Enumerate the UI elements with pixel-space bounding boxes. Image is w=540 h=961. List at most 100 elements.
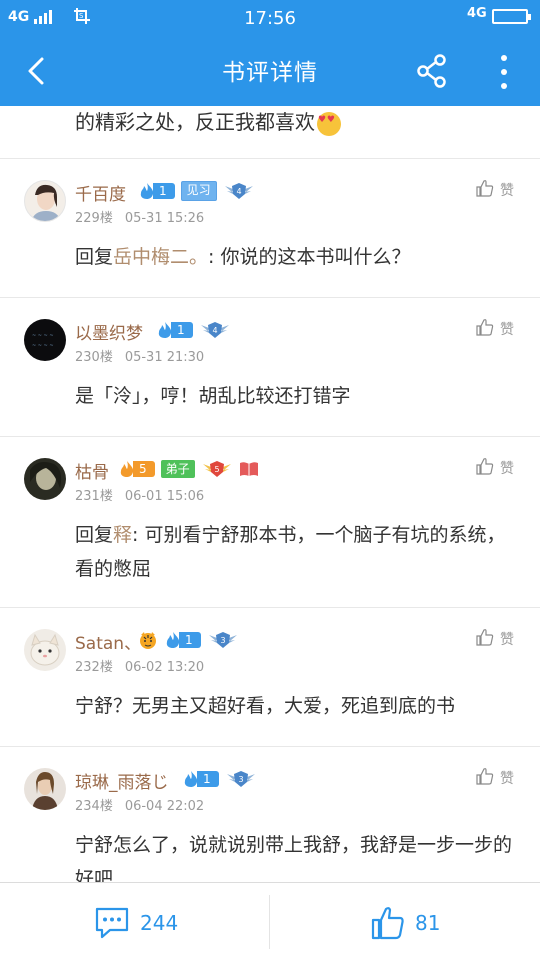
username[interactable]: 千百度 [75,180,126,205]
comment-bubble-icon [95,907,129,939]
reply-prefix: 回复 [75,246,114,268]
thumbs-up-icon [476,180,494,197]
comment-time: 05-31 15:26 [124,211,205,226]
reply-prefix: 回复 [75,524,114,546]
username[interactable]: 枯骨 [75,458,109,483]
fan-level-number: 5 [133,461,155,477]
wing-level-number: 3 [238,775,243,784]
divider [269,895,270,949]
user-badges: 1 见习 4 [138,180,255,202]
username[interactable]: 琼琳_雨落じ [75,768,169,793]
comment-meta: 234楼 06-04 22:02 [75,795,204,814]
fan-level-number: 1 [179,632,201,648]
wing-medal-icon: 4 [200,322,229,338]
comment-item: Satan、 1 3 232楼 06-02 13:20 赞 宁舒？无男主又超好看，… [0,607,540,746]
wing-medal-icon: 5 [202,461,231,477]
user-badges: 1 3 [182,768,257,790]
heart-eyes-emoji-icon [317,111,341,136]
wing-level-number: 4 [236,187,241,196]
floor-number: 229楼 [75,211,113,226]
user-badges: 5 弟子 5 [118,458,259,480]
floor-number: 232楼 [75,660,113,675]
wing-medal-icon: 3 [208,632,237,648]
network-type-right: 4G [467,6,487,21]
comment-text: 宁舒怎么了，说就说别带上我舒，我舒是一步一步的好吧 [75,828,520,882]
svg-text:~ ~ ~ ~: ~ ~ ~ ~ [32,343,54,349]
user-badges: 1 4 [156,319,231,341]
book-badge-icon [239,462,258,476]
comment-body: 宁舒怎么了，说就说别带上我舒，我舒是一步一步的好吧 [75,834,513,882]
like-button[interactable]: 赞 [476,178,520,200]
comment-text: 是「泠」，哼！胡乱比较还打错字 [75,379,520,413]
like-label: 赞 [500,322,514,338]
fan-level-badge: 1 [138,182,175,200]
share-icon[interactable] [416,54,448,88]
comment-meta: 230楼 05-31 21:30 [75,346,204,365]
wing-medal-icon: 3 [226,771,255,787]
comment-list[interactable]: 的精彩之处，反正我都喜欢 千百度 1 见习 4 229楼 05-31 15:26 … [0,106,540,882]
like-button[interactable]: 赞 [476,766,520,788]
rank-tag: 弟子 [160,460,195,478]
comment-item: ~ ~ ~ ~ ~ ~ ~ ~ 以墨织梦 1 4 230楼 05-31 21:30 … [0,297,540,436]
avatar[interactable] [24,180,66,222]
wing-medal-icon: 4 [224,183,253,199]
comment-text: 回复释: 可别看宁舒那本书，一个脑子有坑的系统，看的憋屈 [75,518,520,586]
fan-level-number: 1 [197,771,219,787]
fan-level-badge: 1 [182,770,219,788]
status-bar: 4G S 17:56 4G [0,0,540,36]
avatar[interactable] [24,768,66,810]
rank-tag: 见习 [180,181,217,201]
reply-target[interactable]: 释 [113,524,132,546]
username[interactable]: 以墨织梦 [75,319,143,344]
thumbs-up-icon [476,458,494,475]
comment-item: 千百度 1 见习 4 229楼 05-31 15:26 赞 回复岳中梅二。: 你说… [0,158,540,297]
avatar[interactable]: ~ ~ ~ ~ ~ ~ ~ ~ [24,319,66,361]
comment-text: 宁舒？无男主又超好看，大爱，死追到底的书 [75,689,520,723]
battery-icon [492,9,531,24]
bottom-action-bar: 244 81 [0,882,540,961]
floor-number: 234楼 [75,799,113,814]
nav-bar: 书评详情 [0,36,540,106]
wing-level-number: 5 [214,465,219,474]
page-title: 书评详情 [222,60,318,86]
comment-button[interactable]: 244 [94,903,178,943]
like-count: 81 [415,911,441,935]
thumbs-up-icon [476,319,494,336]
comment-time: 06-04 22:02 [124,799,205,814]
tiger-badge-icon [140,632,156,649]
comment-meta: 231楼 06-01 15:06 [75,485,204,504]
like-button[interactable]: 赞 [476,317,520,339]
like-button[interactable]: 赞 [476,456,520,478]
comment-meta: 232楼 06-02 13:20 [75,656,204,675]
comment-meta: 229楼 05-31 15:26 [75,207,204,226]
comment-item: 枯骨 5 弟子 5 231楼 06-01 15:06 赞 回复释: 可别看宁舒那本… [0,436,540,607]
fan-level-badge: 1 [156,321,193,339]
thumbs-up-icon [371,907,404,940]
reply-target[interactable]: 岳中梅二。 [113,246,208,268]
like-label: 赞 [500,632,514,648]
comment-time: 06-01 15:06 [124,489,205,504]
comment-time: 05-31 21:30 [124,350,205,365]
like-label: 赞 [500,461,514,477]
like-button[interactable]: 赞 [476,627,520,649]
comment-body: 宁舒？无男主又超好看，大爱，死追到底的书 [75,695,456,717]
comment-body: : 你说的这本书叫什么？ [208,246,411,268]
like-label: 赞 [500,771,514,787]
svg-text:~ ~ ~ ~: ~ ~ ~ ~ [32,333,54,339]
fan-level-number: 1 [171,322,193,338]
wing-level-number: 4 [212,326,217,335]
comment-item: 琼琳_雨落じ 1 3 234楼 06-04 22:02 赞 宁舒怎么了，说就说别带… [0,746,540,882]
more-options-icon[interactable] [496,52,512,92]
like-book-button[interactable]: 81 [371,903,440,943]
partial-comment-body: 的精彩之处，反正我都喜欢 [75,110,315,134]
floor-number: 231楼 [75,489,113,504]
avatar[interactable] [24,458,66,500]
like-label: 赞 [500,183,514,199]
username[interactable]: Satan、 [75,629,141,654]
comment-text: 回复岳中梅二。: 你说的这本书叫什么？ [75,240,520,274]
avatar[interactable] [24,629,66,671]
thumbs-up-icon [476,768,494,785]
fan-level-badge: 5 [118,460,155,478]
comment-time: 06-02 13:20 [124,660,205,675]
partial-comment-text: 的精彩之处，反正我都喜欢 [75,106,341,136]
